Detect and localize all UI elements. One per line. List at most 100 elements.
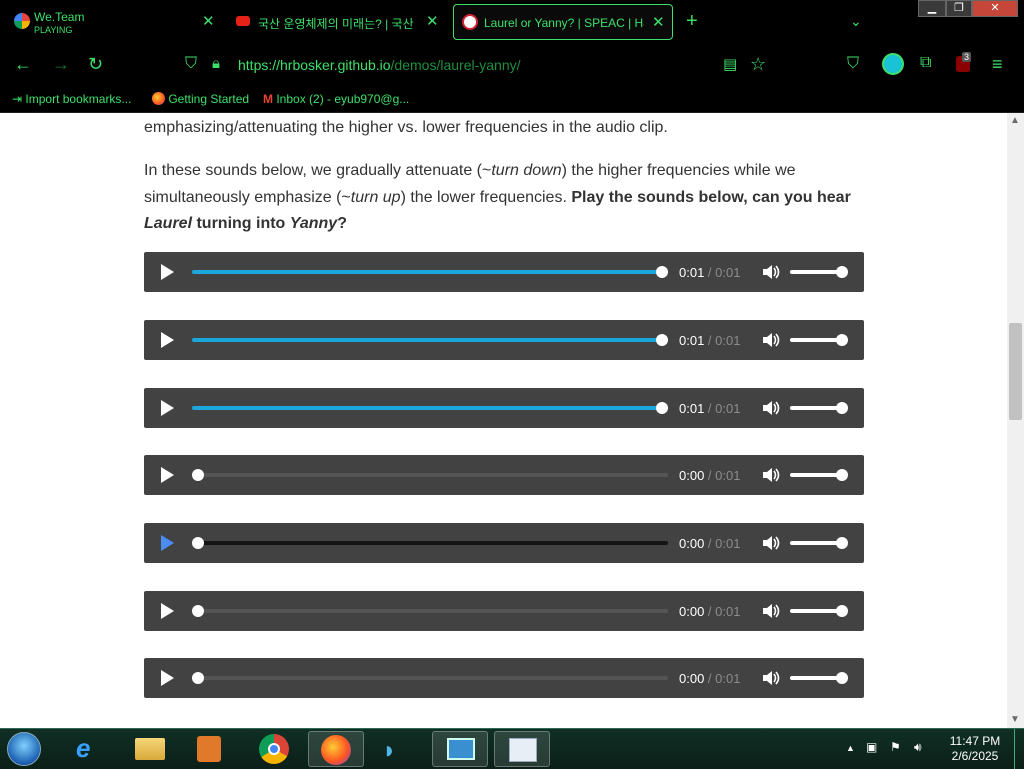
tab-youtube[interactable]: 국산 운영체제의 미래는? | 국산 ✕ xyxy=(226,4,444,40)
close-window-button[interactable]: ✕ xyxy=(972,0,1018,17)
seek-bar[interactable] xyxy=(192,338,668,342)
taskbar-media-player[interactable] xyxy=(182,731,238,767)
scroll-up-arrow-icon[interactable]: ▲ xyxy=(1010,115,1020,126)
back-arrow-icon[interactable]: ← xyxy=(14,54,32,75)
tab-title: Laurel or Yanny? | SPEAC | Hans xyxy=(484,16,644,30)
network-icon[interactable]: ▣ xyxy=(866,740,877,754)
tab-laurel-yanny[interactable]: Laurel or Yanny? | SPEAC | Hans ✕ xyxy=(453,4,673,40)
action-center-flag-icon[interactable]: ⚑ xyxy=(890,740,901,754)
page-scrollbar[interactable] xyxy=(1007,113,1024,728)
play-icon[interactable] xyxy=(161,467,174,483)
reload-icon[interactable]: ↻ xyxy=(88,54,103,75)
close-icon[interactable]: ✕ xyxy=(426,12,439,30)
volume-icon[interactable] xyxy=(762,467,780,483)
close-icon[interactable]: ✕ xyxy=(652,13,665,31)
tab-weteam[interactable]: We.Team PLAYING ✕ xyxy=(6,4,216,40)
scrollbar-thumb[interactable] xyxy=(1009,323,1022,420)
seek-bar[interactable] xyxy=(192,406,668,410)
pocket-icon[interactable]: ⛉ xyxy=(847,55,859,73)
seek-handle[interactable] xyxy=(192,672,204,684)
audio-player[interactable]: 0:00 / 0:01 xyxy=(144,658,864,698)
forward-arrow-icon[interactable]: → xyxy=(52,54,70,75)
seek-bar[interactable] xyxy=(192,473,668,477)
seek-bar[interactable] xyxy=(192,270,668,274)
volume-slider[interactable] xyxy=(790,541,840,545)
system-clock[interactable]: 11:47 PM 2/6/2025 xyxy=(940,734,1010,764)
volume-slider[interactable] xyxy=(790,338,840,342)
volume-handle[interactable] xyxy=(836,402,848,414)
seek-handle[interactable] xyxy=(656,402,668,414)
reader-view-icon[interactable]: ▤ xyxy=(723,55,737,73)
audio-player[interactable]: 0:00 / 0:01 xyxy=(144,455,864,495)
shield-icon[interactable]: ⛉ xyxy=(185,55,197,73)
taskbar-firefox[interactable] xyxy=(308,731,364,767)
volume-slider[interactable] xyxy=(790,609,840,613)
volume-handle[interactable] xyxy=(836,469,848,481)
audio-player[interactable]: 0:01 / 0:01 xyxy=(144,320,864,360)
volume-handle[interactable] xyxy=(836,605,848,617)
chevron-down-icon[interactable]: ⌄ xyxy=(850,13,862,30)
start-button[interactable] xyxy=(7,732,41,766)
seek-bar[interactable] xyxy=(192,541,668,545)
menu-hamburger-icon[interactable]: ≡ xyxy=(992,54,1003,75)
restore-button[interactable]: ❐ xyxy=(946,0,972,17)
taskbar-internet-explorer[interactable]: e xyxy=(62,731,118,767)
volume-icon[interactable] xyxy=(762,670,780,686)
new-tab-button[interactable]: + xyxy=(686,10,698,33)
volume-handle[interactable] xyxy=(836,537,848,549)
seek-handle[interactable] xyxy=(656,266,668,278)
extensions-puzzle-icon[interactable]: ⧉ xyxy=(920,54,931,72)
audio-player-focused[interactable]: 0:00 / 0:01 xyxy=(144,523,864,563)
volume-slider[interactable] xyxy=(790,473,840,477)
bookmark-gmail-inbox[interactable]: M Inbox (2) - eyub970@g... xyxy=(263,92,409,106)
play-icon[interactable] xyxy=(161,400,174,416)
scroll-down-arrow-icon[interactable]: ▼ xyxy=(1010,714,1020,725)
minimize-button[interactable]: ▁ xyxy=(918,0,946,17)
seek-handle[interactable] xyxy=(192,537,204,549)
time-display: 0:00 / 0:01 xyxy=(679,536,741,551)
account-avatar-icon[interactable] xyxy=(882,53,904,75)
bookmark-star-icon[interactable]: ☆ xyxy=(750,54,766,75)
lock-icon[interactable]: 🔒︎ xyxy=(212,55,220,72)
volume-slider[interactable] xyxy=(790,676,840,680)
seek-bar[interactable] xyxy=(192,676,668,680)
seek-handle[interactable] xyxy=(656,334,668,346)
clock-date: 2/6/2025 xyxy=(951,749,999,763)
volume-handle[interactable] xyxy=(836,266,848,278)
clock-time: 11:47 PM xyxy=(949,734,1001,748)
gmail-icon: M xyxy=(263,92,273,106)
taskbar-remote-desktop[interactable] xyxy=(432,731,488,767)
volume-icon[interactable] xyxy=(762,332,780,348)
close-icon[interactable]: ✕ xyxy=(202,12,215,30)
audio-player[interactable]: 0:01 / 0:01 xyxy=(144,388,864,428)
play-icon[interactable] xyxy=(161,535,174,551)
bookmark-import[interactable]: ⇥ Import bookmarks... xyxy=(12,92,131,106)
taskbar-chrome[interactable] xyxy=(246,731,302,767)
volume-slider[interactable] xyxy=(790,270,840,274)
taskbar-file-explorer[interactable] xyxy=(122,731,178,767)
volume-icon[interactable] xyxy=(762,264,780,280)
show-desktop-button[interactable] xyxy=(1014,729,1024,769)
play-icon[interactable] xyxy=(161,332,174,348)
show-hidden-icons-icon[interactable]: ▲ xyxy=(846,743,855,753)
seek-handle[interactable] xyxy=(192,605,204,617)
address-bar[interactable]: https://hrbosker.github.io/demos/laurel-… xyxy=(238,57,521,73)
taskbar-app-dolphin[interactable]: ◗ xyxy=(370,731,426,767)
volume-slider[interactable] xyxy=(790,406,840,410)
volume-icon[interactable] xyxy=(762,603,780,619)
speaker-icon[interactable]: 🔊︎ xyxy=(914,740,922,755)
volume-icon[interactable] xyxy=(762,535,780,551)
taskbar-window-app[interactable] xyxy=(494,731,550,767)
seek-handle[interactable] xyxy=(192,469,204,481)
volume-icon[interactable] xyxy=(762,400,780,416)
play-icon[interactable] xyxy=(161,603,174,619)
volume-handle[interactable] xyxy=(836,334,848,346)
dolphin-icon: ◗ xyxy=(382,737,397,764)
bookmark-getting-started[interactable]: Getting Started xyxy=(152,92,249,106)
audio-player[interactable]: 0:01 / 0:01 xyxy=(144,252,864,292)
volume-handle[interactable] xyxy=(836,672,848,684)
seek-bar[interactable] xyxy=(192,609,668,613)
audio-player[interactable]: 0:00 / 0:01 xyxy=(144,591,864,631)
play-icon[interactable] xyxy=(161,670,174,686)
play-icon[interactable] xyxy=(161,264,174,280)
